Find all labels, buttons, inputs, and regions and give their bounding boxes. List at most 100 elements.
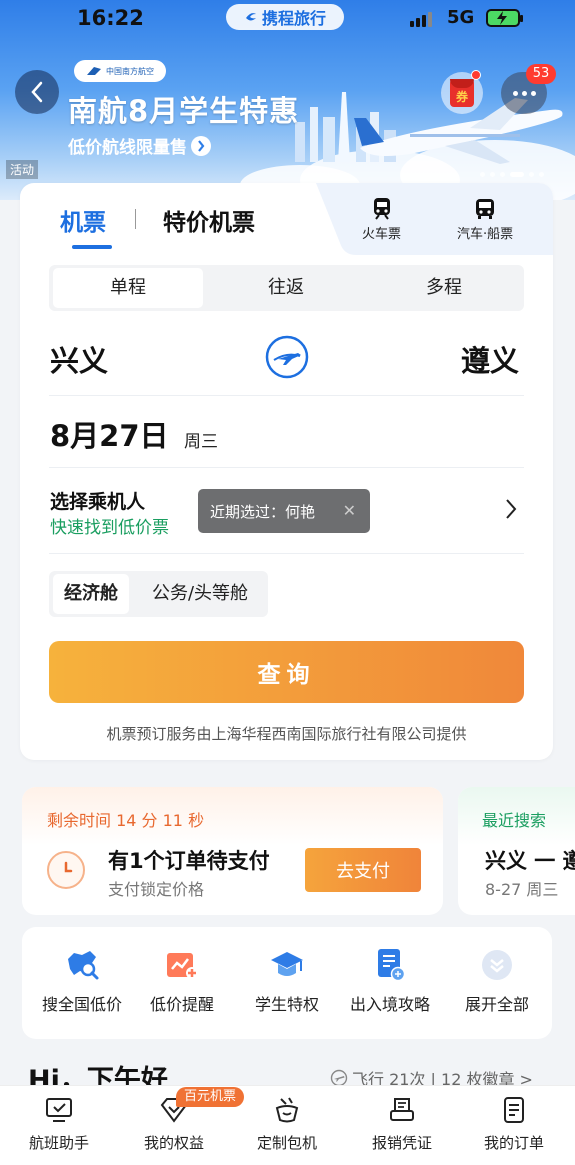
pending-order-subtitle: 支付锁定价格: [108, 880, 205, 899]
airline-logo: 中国南方航空: [74, 60, 166, 82]
battery-charging-icon: [486, 9, 523, 27]
chevron-right-circle-icon: [191, 135, 211, 156]
monitor-check-icon: [46, 1098, 72, 1122]
train-icon: [373, 198, 390, 220]
active-tab-indicator: [72, 245, 112, 249]
menu-border-guide[interactable]: 出入境攻略: [335, 947, 445, 1015]
trip-one-way[interactable]: 单程: [53, 268, 203, 308]
menu-student-privilege[interactable]: 学生特权: [232, 947, 342, 1015]
custom-charter-icon: [275, 1097, 299, 1123]
nav-label: 我的权益: [143, 1134, 204, 1152]
china-map-search-icon: [64, 947, 100, 983]
receipt-printer-icon: [390, 1098, 414, 1121]
promo-banner[interactable]: 16:22 携程旅行 5G 中国南方航空 南航8月学生特惠 低价航线限量售 活动…: [0, 0, 575, 200]
promo-title: 南航8月学生特惠: [68, 94, 300, 128]
carousel-indicator: [480, 172, 544, 177]
trip-round-trip[interactable]: 往返: [211, 268, 361, 308]
menu-nationwide-low-price[interactable]: 搜全国低价: [27, 947, 137, 1015]
passenger-select[interactable]: 选择乘机人: [50, 487, 145, 514]
price-alert-chart-icon: [164, 947, 200, 983]
bottom-navigation: 航班助手 我的权益 定制包机 报销凭证 我的订单: [0, 1085, 575, 1165]
nav-flight-assistant[interactable]: 航班助手: [9, 1096, 109, 1153]
graduation-cap-icon: [269, 947, 305, 983]
nav-label: 报销凭证: [371, 1134, 432, 1152]
menu-expand-all[interactable]: 展开全部: [442, 947, 552, 1015]
pending-order-card[interactable]: 剩余时间 14 分 11 秒 有1个订单待支付 支付锁定价格 去支付: [22, 787, 443, 915]
nav-custom-charter[interactable]: 定制包机: [237, 1096, 337, 1153]
tab-train-label: 火车票: [362, 227, 402, 242]
trip-multi-city[interactable]: 多程: [369, 268, 519, 308]
search-button[interactable]: 查询: [49, 641, 524, 703]
coupon-label: 券: [455, 90, 468, 104]
red-envelope-icon: 券: [450, 79, 474, 107]
recent-search-label: 最近搜索: [482, 811, 547, 830]
promo-subtitle-text: 低价航线限量售: [68, 138, 187, 158]
pay-now-button[interactable]: 去支付: [305, 848, 421, 892]
pending-order-title: 有1个订单待支付: [108, 849, 270, 873]
chevron-down-circle-icon: [479, 947, 515, 983]
cabin-business-first[interactable]: 公务/头等舱: [135, 574, 265, 614]
hundred-yuan-ticket-badge: 百元机票: [176, 1087, 245, 1107]
menu-label: 展开全部: [464, 995, 529, 1014]
nav-label: 我的订单: [483, 1134, 544, 1152]
cabin-class-selector: 经济舱 公务/头等舱: [49, 571, 268, 617]
menu-price-alert[interactable]: 低价提醒: [127, 947, 237, 1015]
airline-logo-text: 中国南方航空: [106, 66, 154, 76]
divider: [49, 553, 524, 554]
china-southern-logo-icon: [87, 67, 101, 75]
departure-date[interactable]: 8月27日: [50, 413, 169, 455]
recent-search-card[interactable]: 最近搜索 兴义 一 遵 8-27 周三: [458, 787, 575, 915]
tab-separator: [135, 209, 136, 229]
divider: [49, 395, 524, 396]
divider: [49, 467, 524, 468]
nav-expense-receipt[interactable]: 报销凭证: [352, 1096, 452, 1153]
tab-flight[interactable]: 机票: [60, 203, 106, 237]
remaining-time: 剩余时间 14 分 11 秒: [47, 811, 205, 830]
tab-bus-ship-label: 汽车·船票: [457, 227, 514, 242]
trip-type-selector: 单程 往返 多程: [49, 265, 524, 311]
close-icon[interactable]: ✕: [343, 501, 356, 520]
notification-dot: [471, 70, 481, 80]
chevron-right-icon[interactable]: [504, 497, 518, 521]
flight-booking-card: 机票 特价机票 火车票 汽车·船票 单程 往返 多程 兴义 遵义 8月27日 周…: [20, 183, 553, 760]
brand-logo-icon: [245, 13, 256, 21]
nav-my-orders[interactable]: 我的订单: [464, 1096, 564, 1153]
menu-label: 低价提醒: [149, 995, 214, 1014]
menu-label: 学生特权: [254, 995, 319, 1014]
order-list-icon: [504, 1097, 524, 1123]
status-bar: 16:22 携程旅行 5G: [0, 0, 575, 40]
recent-passenger-hint[interactable]: 近期选过：何艳 ✕: [198, 489, 370, 533]
recent-search-route: 兴义 一 遵: [485, 849, 575, 873]
network-type: 5G: [447, 7, 475, 28]
bus-icon: [476, 199, 495, 219]
clock-time: 16:22: [77, 6, 144, 30]
tab-train[interactable]: 火车票: [362, 197, 401, 242]
coupon-button[interactable]: 券: [441, 70, 483, 114]
app-brand-name: 携程旅行: [261, 9, 326, 28]
nav-label: 航班助手: [28, 1134, 89, 1152]
nav-label: 定制包机: [256, 1134, 317, 1152]
recent-search-date: 8-27 周三: [485, 880, 559, 899]
activity-tag: 活动: [6, 160, 39, 179]
app-brand-pill: 携程旅行: [226, 4, 344, 30]
back-button[interactable]: [15, 70, 59, 114]
tab-special-flight[interactable]: 特价机票: [163, 203, 255, 237]
arrival-city[interactable]: 遵义: [461, 338, 519, 380]
message-count-badge: 53: [526, 64, 556, 84]
menu-label: 出入境攻略: [349, 995, 430, 1014]
provider-note: 机票预订服务由上海华程西南国际旅行社有限公司提供: [106, 725, 467, 743]
cabin-economy[interactable]: 经济舱: [53, 574, 129, 614]
departure-city[interactable]: 兴义: [50, 338, 108, 380]
recent-passenger-text: 近期选过：何艳: [210, 502, 316, 521]
transport-tabs: 机票 特价机票 火车票 汽车·船票: [20, 183, 553, 255]
menu-label: 搜全国低价: [41, 995, 122, 1014]
tab-background-shape: [316, 183, 553, 255]
document-guide-icon: [372, 947, 408, 983]
promo-subtitle[interactable]: 低价航线限量售: [68, 133, 211, 158]
swap-cities-icon[interactable]: [264, 334, 310, 380]
tab-bus-ship[interactable]: 汽车·船票: [457, 197, 513, 242]
departure-weekday: 周三: [184, 432, 218, 452]
chevron-left-icon: [31, 81, 43, 103]
passenger-subtitle: 快速找到低价票: [50, 518, 169, 538]
signal-icon: [410, 12, 432, 27]
